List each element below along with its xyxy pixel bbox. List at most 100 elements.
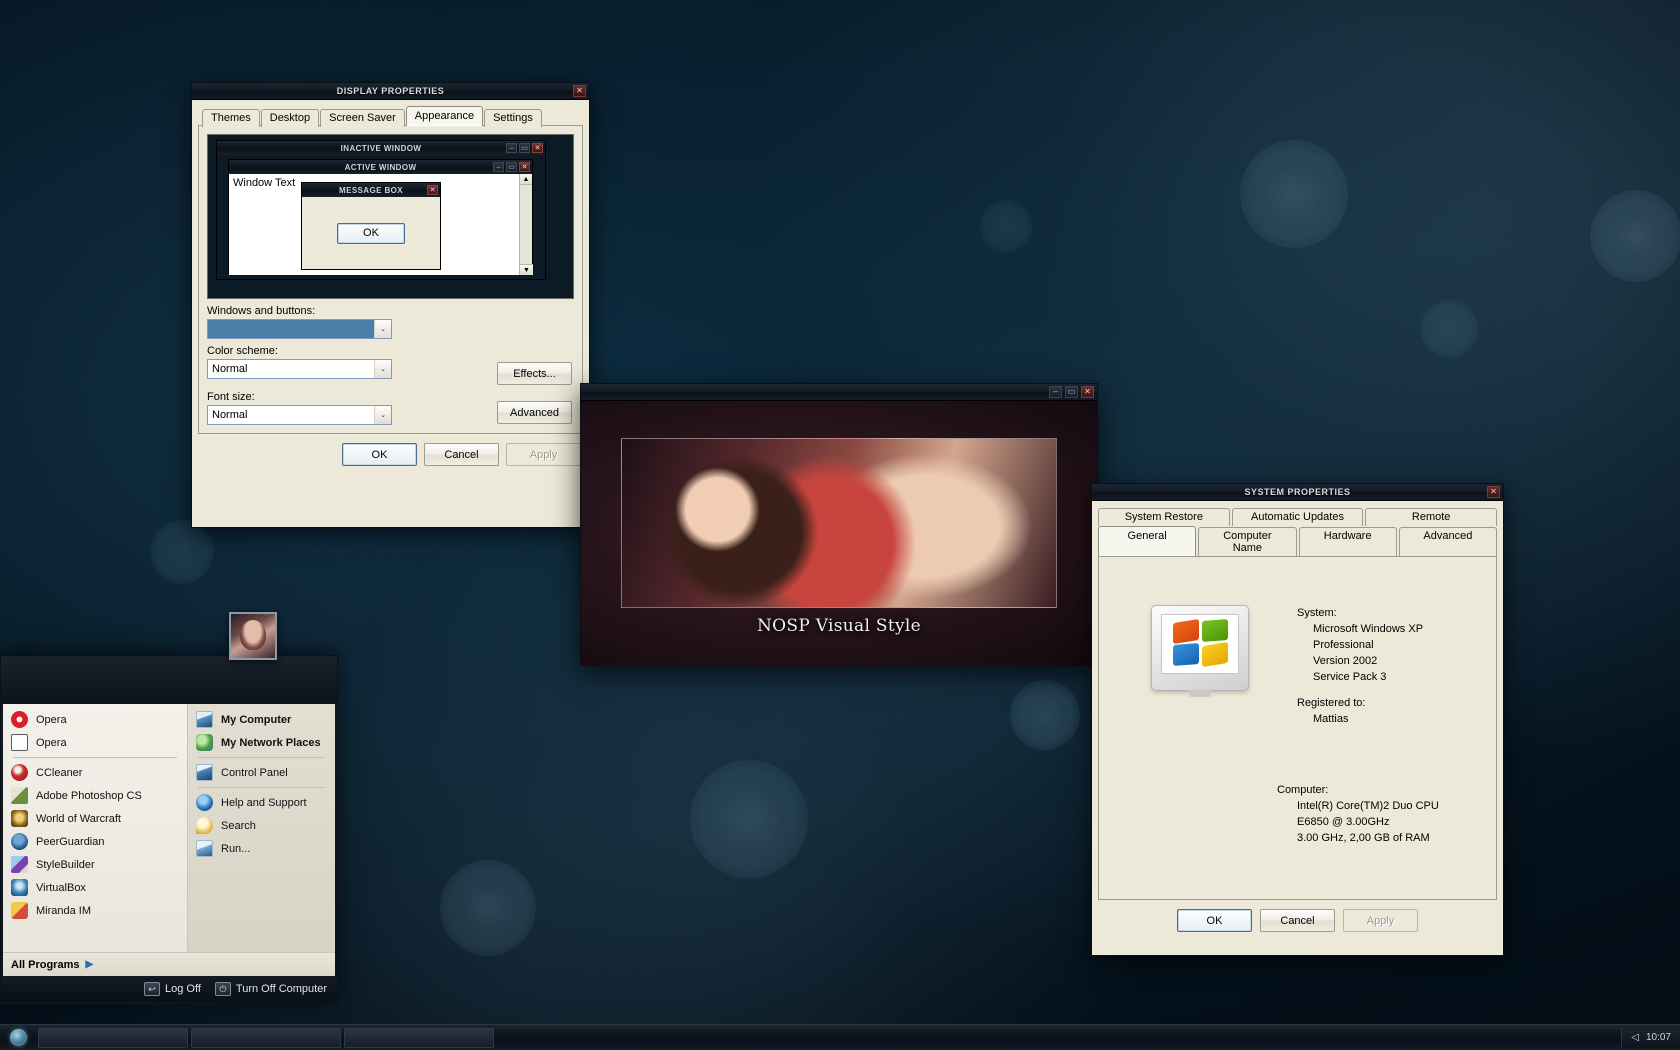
start-menu-item-label: Opera bbox=[36, 713, 67, 726]
start-menu-item-search[interactable]: Search bbox=[188, 814, 335, 837]
computer-line: Intel(R) Core(TM)2 Duo CPU bbox=[1297, 800, 1439, 812]
image-viewer-window-controls[interactable]: – ▭ ✕ bbox=[1049, 386, 1094, 398]
start-menu-item-opera[interactable]: Opera bbox=[3, 708, 187, 731]
font-size-select[interactable]: Normal ⌄ bbox=[207, 405, 392, 425]
start-menu-item-my-network-places[interactable]: My Network Places bbox=[188, 731, 335, 754]
start-menu-item-photoshop[interactable]: Adobe Photoshop CS bbox=[3, 784, 187, 807]
close-icon[interactable]: ✕ bbox=[1081, 386, 1094, 398]
user-avatar[interactable] bbox=[229, 612, 277, 660]
tab-remote[interactable]: Remote bbox=[1365, 508, 1498, 526]
system-properties-titlebar[interactable]: SYSTEM PROPERTIES ✕ bbox=[1092, 484, 1503, 501]
tab-advanced[interactable]: Advanced bbox=[1398, 527, 1497, 557]
preview-message-box: MESSAGE BOX ✕ OK bbox=[301, 182, 441, 270]
system-tray[interactable]: ◁ 10:07 bbox=[1621, 1027, 1680, 1048]
start-menu-footer: ↩ Log Off ⏻ Turn Off Computer bbox=[1, 976, 337, 1002]
tab-hardware[interactable]: Hardware bbox=[1298, 527, 1397, 557]
start-menu-item-run[interactable]: Run... bbox=[188, 837, 335, 860]
computer-info-block: Computer: Intel(R) Core(TM)2 Duo CPU E68… bbox=[1277, 782, 1439, 846]
start-menu-item-label: My Computer bbox=[221, 713, 292, 726]
start-menu-item-my-computer[interactable]: My Computer bbox=[188, 708, 335, 731]
start-menu-item-miranda-im[interactable]: Miranda IM bbox=[3, 899, 187, 922]
system-heading: System: bbox=[1297, 607, 1337, 619]
ok-button[interactable]: OK bbox=[1177, 909, 1252, 932]
color-scheme-select[interactable]: Normal ⌄ bbox=[207, 359, 392, 379]
bokeh-circle bbox=[980, 200, 1032, 252]
log-off-button[interactable]: ↩ Log Off bbox=[144, 982, 201, 996]
cancel-button[interactable]: Cancel bbox=[424, 443, 499, 466]
my-computer-icon bbox=[196, 711, 213, 728]
start-menu-separator bbox=[198, 757, 325, 758]
preview-message-box-title: MESSAGE BOX bbox=[339, 185, 403, 195]
system-properties-tabs-row-1[interactable]: System Restore Automatic Updates Remote bbox=[1098, 507, 1498, 526]
advanced-button[interactable]: Advanced bbox=[497, 401, 572, 424]
display-properties-window[interactable]: DISPLAY PROPERTIES ✕ Themes Desktop Scre… bbox=[191, 82, 590, 528]
general-tab-pane: System: Microsoft Windows XP Professiona… bbox=[1098, 556, 1497, 900]
tab-automatic-updates[interactable]: Automatic Updates bbox=[1231, 508, 1364, 526]
tab-screen-saver[interactable]: Screen Saver bbox=[320, 109, 405, 127]
system-properties-window[interactable]: SYSTEM PROPERTIES ✕ System Restore Autom… bbox=[1091, 483, 1504, 956]
close-icon[interactable]: ✕ bbox=[573, 85, 586, 97]
system-properties-window-controls[interactable]: ✕ bbox=[1487, 486, 1500, 498]
taskbar[interactable]: ◁ 10:07 bbox=[0, 1024, 1680, 1050]
tab-computer-name[interactable]: Computer Name bbox=[1198, 527, 1297, 557]
taskbar-clock[interactable]: 10:07 bbox=[1646, 1032, 1671, 1043]
start-menu-item-peerguardian[interactable]: PeerGuardian bbox=[3, 830, 187, 853]
taskbar-item[interactable] bbox=[38, 1027, 188, 1048]
volume-icon[interactable]: ◁ bbox=[1631, 1032, 1639, 1043]
system-properties-tabs-row-2[interactable]: General Computer Name Hardware Advanced bbox=[1098, 526, 1497, 557]
effects-button[interactable]: Effects... bbox=[497, 362, 572, 385]
appearance-tab-pane: INACTIVE WINDOW – ▭ ✕ ACTIVE WINDOW – ▭ … bbox=[198, 125, 583, 434]
chevron-down-icon[interactable]: ⌄ bbox=[374, 320, 391, 338]
start-menu-item-virtualbox[interactable]: VirtualBox bbox=[3, 876, 187, 899]
start-menu-separator bbox=[13, 757, 177, 758]
taskbar-item[interactable] bbox=[344, 1027, 494, 1048]
system-properties-body: System Restore Automatic Updates Remote … bbox=[1092, 501, 1503, 938]
tab-settings[interactable]: Settings bbox=[484, 109, 542, 127]
chevron-down-icon[interactable]: ⌄ bbox=[374, 360, 391, 378]
minimize-icon[interactable]: – bbox=[1049, 386, 1062, 398]
start-menu-item-label: PeerGuardian bbox=[36, 835, 105, 848]
tab-system-restore[interactable]: System Restore bbox=[1098, 508, 1230, 526]
start-menu-item-world-of-warcraft[interactable]: World of Warcraft bbox=[3, 807, 187, 830]
start-menu-item-control-panel[interactable]: Control Panel bbox=[188, 761, 335, 784]
cancel-button[interactable]: Cancel bbox=[1260, 909, 1335, 932]
start-menu-item-help-and-support[interactable]: Help and Support bbox=[188, 791, 335, 814]
turn-off-computer-button[interactable]: ⏻ Turn Off Computer bbox=[214, 982, 327, 996]
start-menu[interactable]: Opera Opera CCleaner Adobe Photoshop CS … bbox=[0, 612, 338, 1005]
start-menu-right-column: My Computer My Network Places Control Pa… bbox=[187, 704, 335, 952]
miranda-icon bbox=[11, 902, 28, 919]
start-menu-item-ccleaner[interactable]: CCleaner bbox=[3, 761, 187, 784]
windows-and-buttons-select[interactable]: ⌄ bbox=[207, 319, 392, 339]
bokeh-circle bbox=[1240, 140, 1348, 248]
maximize-icon[interactable]: ▭ bbox=[1065, 386, 1078, 398]
chevron-down-icon[interactable]: ⌄ bbox=[374, 406, 391, 424]
tab-themes[interactable]: Themes bbox=[202, 109, 260, 127]
image-viewer-window[interactable]: – ▭ ✕ NOSP Visual Style bbox=[580, 383, 1098, 666]
start-button[interactable] bbox=[4, 1027, 32, 1049]
tab-appearance[interactable]: Appearance bbox=[405, 106, 484, 126]
tab-desktop[interactable]: Desktop bbox=[260, 109, 320, 127]
start-menu-item-opera-mail[interactable]: Opera bbox=[3, 731, 187, 754]
ok-button[interactable]: OK bbox=[342, 443, 417, 466]
color-scheme-value: Normal bbox=[212, 363, 248, 375]
taskbar-item[interactable] bbox=[191, 1027, 341, 1048]
taskbar-buttons[interactable] bbox=[38, 1027, 1621, 1048]
visual-style-caption: NOSP Visual Style bbox=[756, 616, 922, 636]
maximize-icon: ▭ bbox=[506, 162, 517, 172]
preview-active-window: ACTIVE WINDOW – ▭ ✕ Window Text ▲ ▼ MESS… bbox=[228, 159, 533, 275]
display-properties-titlebar[interactable]: DISPLAY PROPERTIES ✕ bbox=[192, 83, 589, 100]
close-icon: ✕ bbox=[532, 143, 543, 153]
start-menu-item-label: Adobe Photoshop CS bbox=[36, 789, 142, 802]
close-icon[interactable]: ✕ bbox=[1487, 486, 1500, 498]
tab-general[interactable]: General bbox=[1098, 526, 1197, 556]
color-scheme-label: Color scheme: bbox=[207, 345, 278, 357]
peerguardian-icon bbox=[11, 833, 28, 850]
turn-off-computer-label: Turn Off Computer bbox=[235, 983, 327, 995]
display-properties-window-controls[interactable]: ✕ bbox=[573, 85, 586, 97]
start-menu-item-stylebuilder[interactable]: StyleBuilder bbox=[3, 853, 187, 876]
display-properties-tabs[interactable]: Themes Desktop Screen Saver Appearance S… bbox=[198, 106, 583, 127]
wow-icon bbox=[11, 810, 28, 827]
start-menu-item-label: My Network Places bbox=[221, 736, 321, 749]
all-programs-button[interactable]: All Programs ▶ bbox=[3, 952, 335, 976]
image-viewer-titlebar[interactable]: – ▭ ✕ bbox=[581, 384, 1097, 401]
